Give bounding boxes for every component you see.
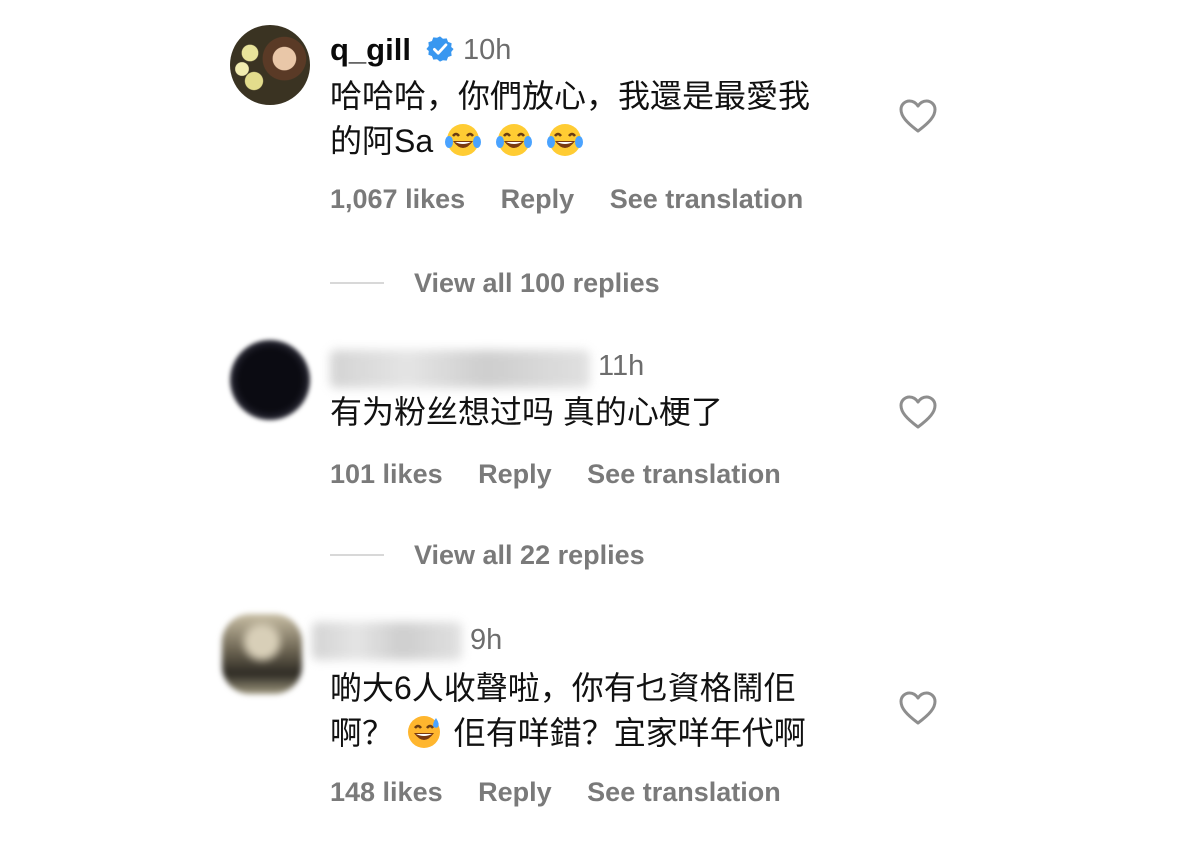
comment-text-line-2: 啊？ 佢有咩錯？宜家咩年代啊: [330, 711, 870, 756]
tears-of-joy-emoji: [495, 124, 532, 156]
avatar[interactable]: [222, 614, 302, 694]
heart-icon[interactable]: [898, 98, 938, 134]
comment-text: 哈哈哈，你們放心，我還是最愛我 的阿Sa: [330, 74, 870, 164]
comment-meta: 148 likes Reply See translation: [330, 777, 809, 808]
tears-of-joy-emoji: [546, 124, 583, 156]
avatar[interactable]: [230, 340, 310, 420]
heart-icon[interactable]: [898, 394, 938, 430]
see-translation-button[interactable]: See translation: [587, 459, 781, 489]
comment-text-line: 啲大6人收聲啦，你有乜資格鬧佢: [330, 670, 796, 706]
view-replies-button[interactable]: View all 100 replies: [414, 268, 660, 299]
comment-text-line: 有为粉丝想过吗 真的心梗了: [330, 394, 723, 430]
avatar[interactable]: [230, 25, 310, 105]
comment-time: 11h: [598, 350, 645, 382]
comment-text-line: 的阿Sa: [330, 123, 434, 159]
see-translation-button[interactable]: See translation: [610, 184, 804, 214]
likes-count[interactable]: 148 likes: [330, 777, 443, 807]
comment-text-line: 哈哈哈，你們放心，我還是最愛我: [330, 78, 811, 114]
comment-time: 9h: [470, 624, 503, 656]
verified-badge-icon: [426, 36, 454, 62]
view-replies-button[interactable]: View all 22 replies: [414, 540, 645, 571]
comment-text-line: 佢有咩錯？宜家咩年代啊: [453, 715, 806, 751]
comment-meta: 101 likes Reply See translation: [330, 459, 809, 490]
likes-count[interactable]: 1,067 likes: [330, 184, 465, 214]
reply-button[interactable]: Reply: [478, 777, 552, 807]
grinning-sweat-emoji: [407, 716, 440, 748]
comment-text: 啲大6人收聲啦，你有乜資格鬧佢 啊？ 佢有咩錯？宜家咩年代啊: [330, 666, 870, 756]
heart-icon[interactable]: [898, 690, 938, 726]
see-translation-button[interactable]: See translation: [587, 777, 781, 807]
replies-divider: [330, 282, 384, 284]
replies-divider: [330, 554, 384, 556]
comment-text-line-2: 的阿Sa: [330, 119, 870, 164]
comment-text-line: 啊？: [330, 715, 395, 751]
tears-of-joy-emoji: [445, 124, 482, 156]
likes-count[interactable]: 101 likes: [330, 459, 443, 489]
username-blurred[interactable]: [330, 350, 590, 388]
username-blurred[interactable]: [312, 622, 462, 660]
reply-button[interactable]: Reply: [501, 184, 575, 214]
reply-button[interactable]: Reply: [478, 459, 552, 489]
comment-meta: 1,067 likes Reply See translation: [330, 184, 831, 215]
username[interactable]: q_gill: [330, 32, 411, 68]
comment-time: 10h: [463, 34, 512, 66]
comment-text: 有为粉丝想过吗 真的心梗了: [330, 390, 870, 435]
